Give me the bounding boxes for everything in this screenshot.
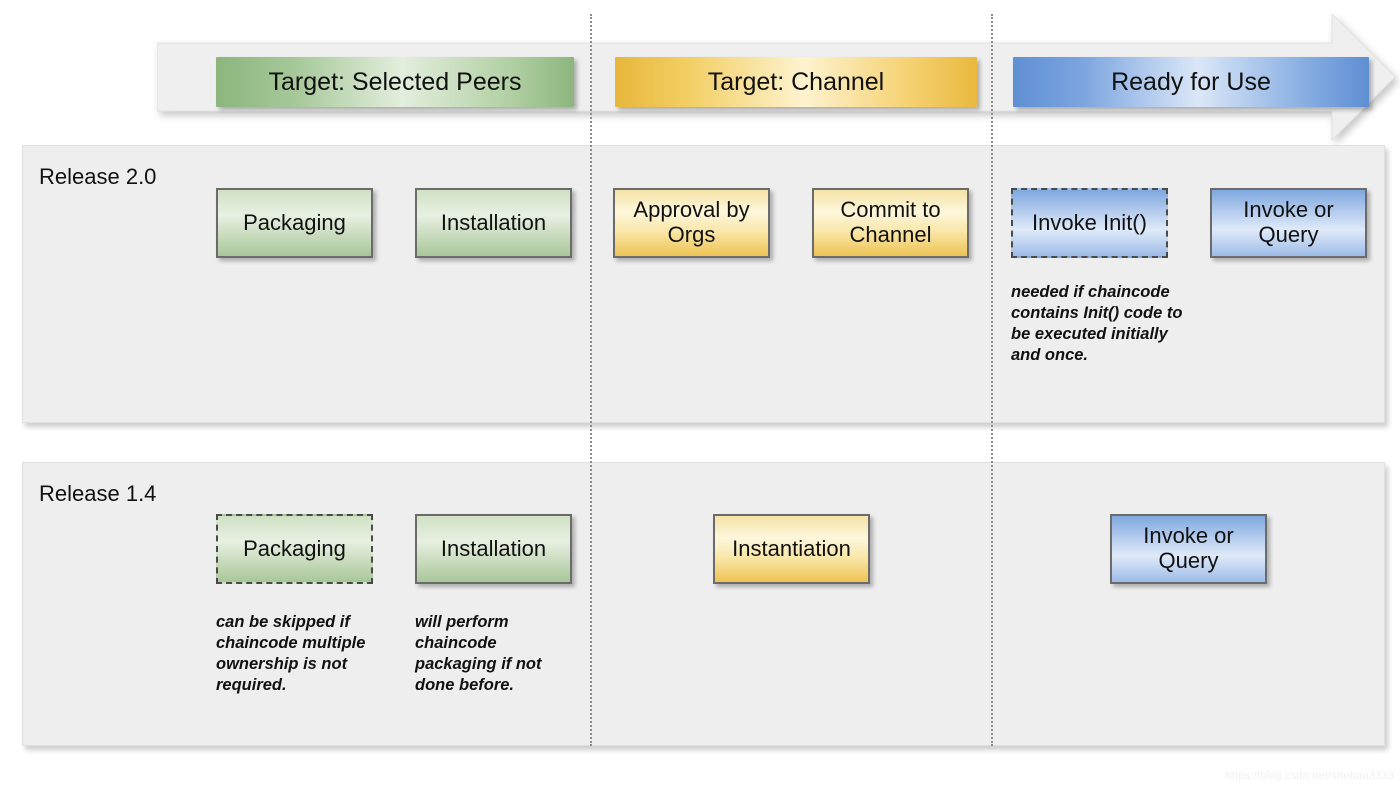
phase-label: Target: Selected Peers: [268, 67, 522, 96]
step-box-commit-to-channel[interactable]: Commit to Channel: [812, 188, 969, 258]
phase-bar-ready-for-use: Ready for Use: [1013, 57, 1369, 107]
step-label: Packaging: [243, 535, 346, 561]
step-box-packaging-r20[interactable]: Packaging: [216, 188, 373, 258]
release-row-label: Release 2.0: [39, 164, 157, 189]
release-row-1-4: Release 1.4: [22, 462, 1385, 746]
step-box-invoke-or-query-r20[interactable]: Invoke or Query: [1210, 188, 1367, 258]
step-label: Installation: [440, 209, 547, 235]
diagram-canvas: Target: Selected Peers Target: Channel R…: [0, 0, 1400, 788]
watermark-text: https://blog.csdn.net/shebao3333: [1225, 770, 1394, 782]
phase-bar-channel: Target: Channel: [615, 57, 977, 107]
step-box-packaging-r14[interactable]: Packaging: [216, 514, 373, 584]
step-box-approval-by-orgs[interactable]: Approval by Orgs: [613, 188, 770, 258]
step-label: Invoke or Query: [1143, 523, 1234, 573]
phase-label: Ready for Use: [1111, 67, 1271, 96]
annotation-packaging-r14: can be skipped if chaincode multiple own…: [216, 613, 366, 695]
annotation-invoke-init: needed if chaincode contains Init() code…: [1011, 283, 1183, 365]
step-label: Approval by Orgs: [633, 197, 750, 247]
step-label: Invoke or Query: [1243, 197, 1334, 247]
step-box-installation-r14[interactable]: Installation: [415, 514, 572, 584]
phase-divider-2: [991, 14, 993, 746]
phase-label: Target: Channel: [707, 67, 885, 96]
step-box-instantiation[interactable]: Instantiation: [713, 514, 870, 584]
release-row-label: Release 1.4: [39, 481, 157, 506]
step-box-installation-r20[interactable]: Installation: [415, 188, 572, 258]
phase-arrow-banner: Target: Selected Peers Target: Channel R…: [157, 14, 1395, 140]
step-label: Invoke Init(): [1032, 209, 1147, 235]
phase-bar-selected-peers: Target: Selected Peers: [216, 57, 574, 107]
step-box-invoke-or-query-r14[interactable]: Invoke or Query: [1110, 514, 1267, 584]
phase-divider-1: [590, 14, 592, 746]
step-label: Packaging: [243, 209, 346, 235]
step-label: Installation: [440, 535, 547, 561]
annotation-installation-r14: will perform chaincode packaging if not …: [415, 613, 542, 695]
step-label: Instantiation: [732, 535, 851, 561]
step-label: Commit to Channel: [840, 197, 941, 247]
step-box-invoke-init[interactable]: Invoke Init(): [1011, 188, 1168, 258]
